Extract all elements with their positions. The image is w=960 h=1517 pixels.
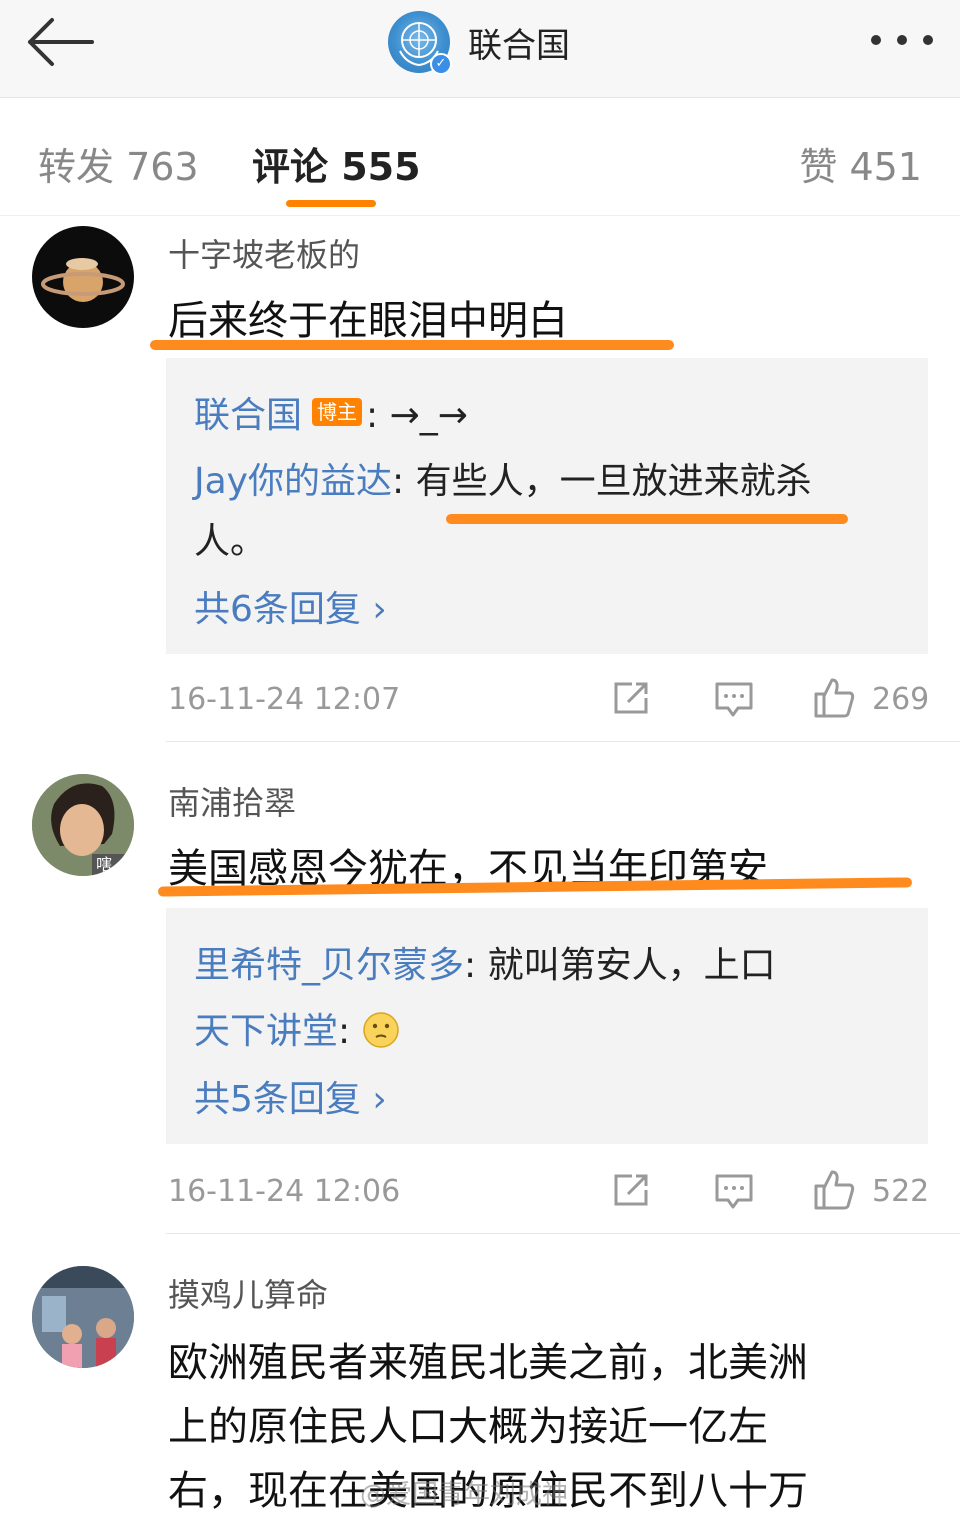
like-count: 522 bbox=[872, 1174, 930, 1209]
avatar[interactable] bbox=[32, 226, 134, 328]
comment-username[interactable]: 南浦拾翠 bbox=[168, 778, 296, 824]
tab-likes[interactable]: 赞 451 bbox=[799, 136, 922, 191]
watermark: @爱国青年刘成神 bbox=[360, 1480, 569, 1510]
family-avatar-image bbox=[32, 1266, 134, 1368]
reply-username[interactable]: Jay你的益达 bbox=[194, 461, 392, 502]
more-dots-icon bbox=[871, 35, 933, 45]
back-button[interactable] bbox=[22, 14, 96, 70]
reply-item: 联合国 博主: →_→ bbox=[194, 386, 468, 438]
comment-icon bbox=[715, 1174, 753, 1209]
comment-username[interactable]: 十字坡老板的 bbox=[168, 230, 360, 276]
comment-time: 16-11-24 12:07 bbox=[168, 682, 401, 717]
arrow-left-icon bbox=[28, 18, 94, 66]
view-replies-link[interactable]: 共6条回复 › bbox=[194, 580, 387, 632]
comment-username[interactable]: 摸鸡儿算命 bbox=[168, 1270, 328, 1316]
avatar[interactable] bbox=[32, 1266, 134, 1368]
comment-item: 嗐 南浦拾翠 美国感恩今犹在，不见当年印第安 里希特_贝尔蒙多: 就叫第安人，上… bbox=[0, 742, 960, 1234]
svg-text:嗐: 嗐 bbox=[96, 855, 112, 874]
page-title: 联合国 bbox=[468, 25, 570, 66]
like-button[interactable] bbox=[812, 676, 856, 724]
like-count: 269 bbox=[872, 682, 930, 717]
highlight-underline bbox=[150, 340, 674, 350]
highlight-underline bbox=[446, 514, 848, 524]
comment-time: 16-11-24 12:06 bbox=[168, 1174, 401, 1209]
verified-icon: ✓ bbox=[430, 53, 452, 75]
comment-text-line: 上的原住民人口大概为接近一亿左 bbox=[168, 1404, 768, 1450]
reply-text: 就叫第安人，上口 bbox=[487, 945, 776, 986]
author-badge: 博主 bbox=[312, 398, 363, 426]
reply-username[interactable]: 里希特_贝尔蒙多 bbox=[194, 945, 464, 986]
comment-item: 十字坡老板的 后来终于在眼泪中明白 联合国 博主: →_→ Jay你的益达: 有些… bbox=[0, 216, 960, 742]
title-area: ✓ 联合国 bbox=[388, 10, 570, 75]
reply-username[interactable]: 联合国 bbox=[194, 395, 302, 436]
reply-item: 里希特_贝尔蒙多: 就叫第安人，上口 bbox=[194, 936, 776, 988]
reply-separator: : bbox=[366, 395, 390, 436]
reply-item: Jay你的益达: 有些人，一旦放进来就杀 bbox=[194, 452, 812, 504]
comment-icon bbox=[715, 682, 753, 717]
reply-separator: : bbox=[391, 461, 416, 502]
active-tab-indicator bbox=[286, 200, 376, 207]
tab-comments[interactable]: 评论 555 bbox=[252, 136, 421, 191]
view-replies-link[interactable]: 共5条回复 › bbox=[194, 1070, 387, 1122]
tab-reposts[interactable]: 转发 763 bbox=[38, 136, 199, 191]
comment-button[interactable] bbox=[714, 680, 754, 724]
reply-box[interactable]: 里希特_贝尔蒙多: 就叫第安人，上口 天下讲堂: 共5条回复 › bbox=[166, 908, 928, 1144]
comment-text-line: 欧洲殖民者来殖民北美之前，北美洲 bbox=[168, 1340, 808, 1386]
thumbs-up-icon bbox=[814, 678, 855, 718]
reply-text: 有些人，一旦放进来就杀 bbox=[415, 461, 812, 502]
reply-text-continued: 人。 bbox=[194, 521, 267, 562]
reply-box[interactable]: 联合国 博主: →_→ Jay你的益达: 有些人，一旦放进来就杀 人。 共6条回复… bbox=[166, 358, 928, 654]
top-bar: ✓ 联合国 bbox=[0, 0, 960, 98]
reply-item: 天下讲堂: bbox=[194, 1002, 400, 1054]
comment-button[interactable] bbox=[714, 1172, 754, 1216]
reply-separator: : bbox=[338, 1011, 362, 1052]
tab-bar: 转发 763 评论 555 赞 451 bbox=[0, 98, 960, 216]
like-button[interactable] bbox=[812, 1168, 856, 1216]
thumbs-up-icon bbox=[814, 1170, 855, 1210]
share-button[interactable] bbox=[612, 680, 652, 720]
share-button[interactable] bbox=[612, 1172, 652, 1212]
reply-separator: : bbox=[464, 945, 488, 986]
planet-avatar-image bbox=[41, 258, 125, 302]
thinking-emoji-icon bbox=[362, 1012, 399, 1048]
share-icon bbox=[614, 682, 648, 714]
reply-text: →_→ bbox=[389, 395, 468, 436]
un-logo[interactable]: ✓ bbox=[388, 11, 452, 75]
share-icon bbox=[614, 1174, 648, 1206]
girl-avatar-image: 嗐 bbox=[32, 774, 134, 876]
reply-username[interactable]: 天下讲堂 bbox=[194, 1011, 338, 1052]
avatar[interactable]: 嗐 bbox=[32, 774, 134, 876]
more-button[interactable] bbox=[866, 22, 938, 58]
comment-text: 后来终于在眼泪中明白 bbox=[168, 298, 568, 344]
